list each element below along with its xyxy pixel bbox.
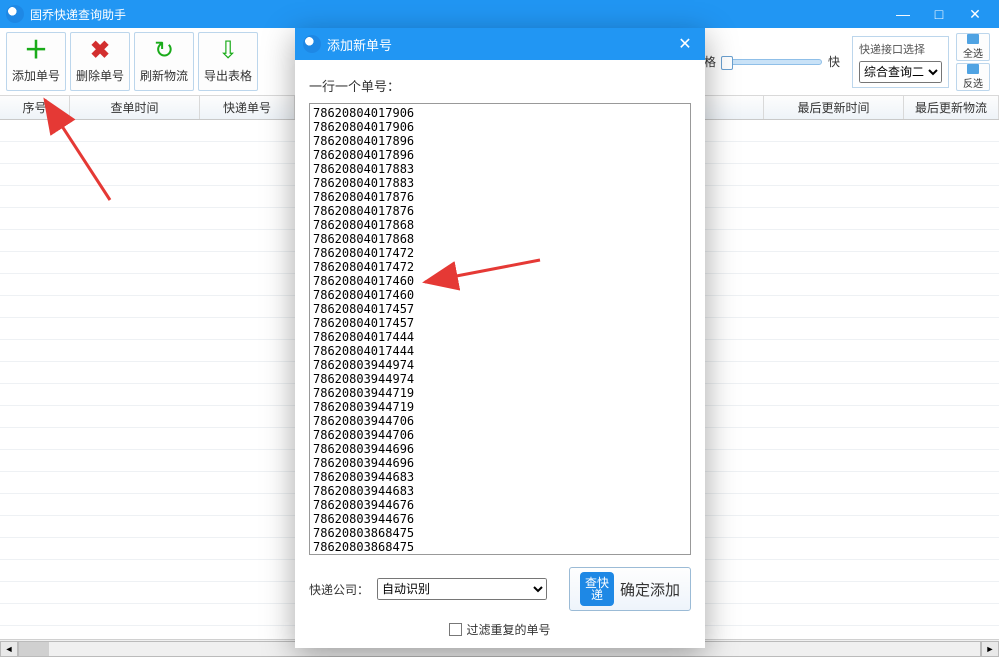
col-time[interactable]: 查单时间	[70, 96, 200, 119]
delete-number-button[interactable]: ✖ 删除单号	[70, 32, 130, 91]
filter-dup-checkbox[interactable]	[449, 623, 462, 636]
dialog-close-button[interactable]: ✕	[673, 32, 697, 56]
select-all-button[interactable]: 全选	[956, 33, 990, 61]
app-title: 固乔快递查询助手	[30, 6, 126, 23]
col-tracking[interactable]: 快递单号	[200, 96, 295, 119]
refresh-label: 刷新物流	[140, 67, 188, 84]
add-label: 添加单号	[12, 67, 60, 84]
col-updated[interactable]: 最后更新时间	[764, 96, 904, 119]
main-titlebar: 固乔快递查询助手 — □ ✕	[0, 0, 999, 28]
minimize-button[interactable]: —	[885, 0, 921, 28]
dialog-titlebar: 添加新单号 ✕	[295, 28, 705, 60]
invert-icon	[967, 64, 979, 74]
refresh-icon: ↻	[154, 39, 174, 63]
add-number-dialog: 添加新单号 ✕ 一行一个单号： 快递公司： 自动识别 查快递 确定添加 过滤重复…	[295, 28, 705, 648]
app-icon	[6, 5, 24, 23]
export-button[interactable]: ⇩ 导出表格	[198, 32, 258, 91]
x-icon: ✖	[90, 39, 110, 63]
api-group: 快递接口选择 综合查询二	[852, 36, 949, 88]
confirm-label: 确定添加	[620, 579, 680, 600]
delete-label: 删除单号	[76, 67, 124, 84]
dialog-title: 添加新单号	[327, 35, 392, 54]
api-select[interactable]: 综合查询二	[859, 61, 942, 83]
maximize-button[interactable]: □	[921, 0, 957, 28]
scroll-right-button[interactable]: ►	[981, 641, 999, 657]
select-all-icon	[967, 34, 979, 44]
company-label: 快递公司：	[309, 581, 369, 598]
refresh-button[interactable]: ↻ 刷新物流	[134, 32, 194, 91]
search-express-icon: 查快递	[580, 572, 614, 606]
export-icon: ⇩	[218, 39, 238, 63]
invert-selection-button[interactable]: 反选	[956, 63, 990, 91]
add-number-button[interactable]: ＋ 添加单号	[6, 32, 66, 91]
dialog-icon	[303, 35, 321, 53]
company-select[interactable]: 自动识别	[377, 578, 547, 600]
filter-dup-label: 过滤重复的单号	[466, 621, 550, 638]
tracking-numbers-textarea[interactable]	[309, 103, 691, 555]
close-button[interactable]: ✕	[957, 0, 993, 28]
col-seq[interactable]: 序号	[0, 96, 70, 119]
export-label: 导出表格	[204, 67, 252, 84]
plus-icon: ＋	[24, 39, 48, 63]
scroll-left-button[interactable]: ◄	[0, 641, 18, 657]
dialog-hint: 一行一个单号：	[309, 76, 691, 95]
api-group-title: 快递接口选择	[859, 41, 942, 57]
col-lastmsg[interactable]: 最后更新物流	[904, 96, 999, 119]
speed-label: 快	[828, 53, 840, 70]
confirm-add-button[interactable]: 查快递 确定添加	[569, 567, 691, 611]
speed-slider[interactable]	[722, 59, 822, 65]
